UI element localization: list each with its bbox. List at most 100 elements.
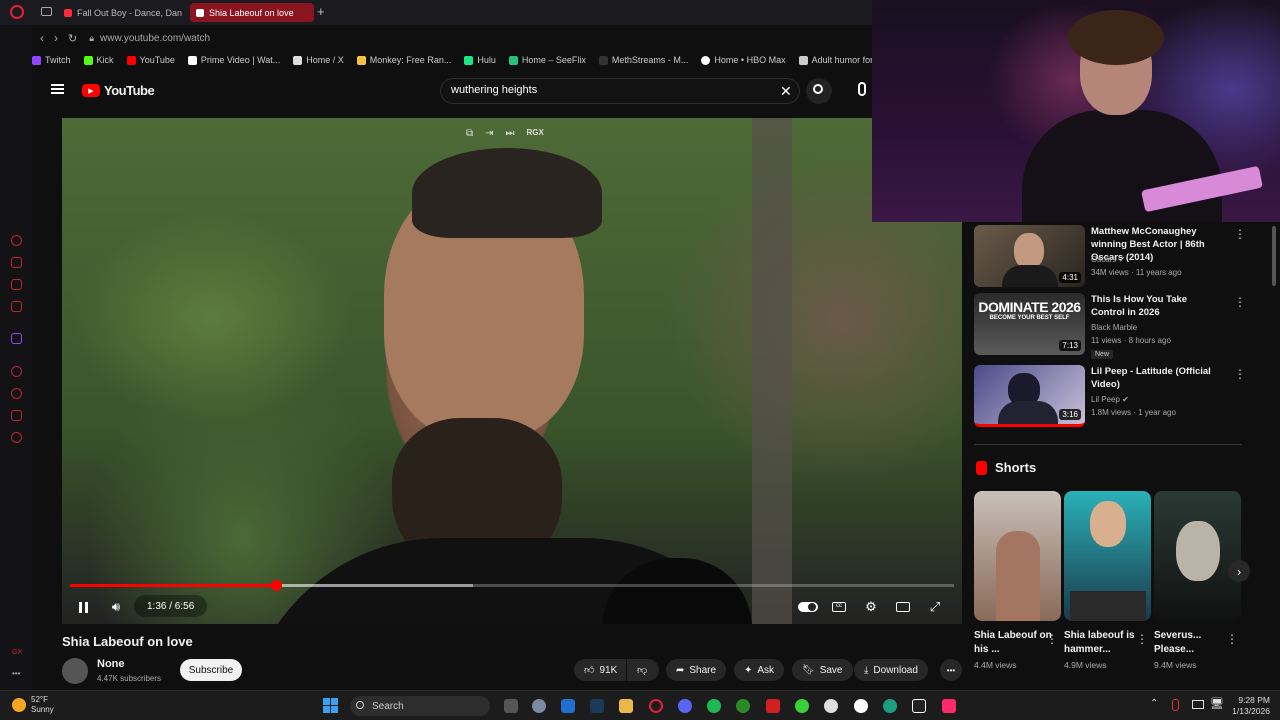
sidebar-bag-icon[interactable] [11, 257, 22, 268]
forward-icon[interactable]: › [54, 31, 58, 45]
itunes-icon[interactable] [854, 699, 868, 713]
shorts-next-button[interactable]: › [1228, 560, 1250, 582]
chatgpt-icon[interactable] [824, 699, 838, 713]
app-green-icon[interactable] [795, 699, 809, 713]
subtitles-button[interactable]: cc [828, 596, 850, 618]
app-teal-icon[interactable] [883, 699, 897, 713]
youtube-logo[interactable]: ▶ YouTube [82, 83, 155, 98]
new-tab-plus-icon[interactable]: + [317, 4, 325, 19]
discord-icon[interactable] [678, 699, 692, 713]
bookmark-twitch[interactable]: Twitch [32, 55, 71, 65]
kebab-menu-icon[interactable]: ⋮ [1234, 227, 1246, 241]
share-button[interactable]: ➦ Share [666, 659, 727, 681]
network-icon[interactable]: 🖥︎ [1210, 697, 1224, 710]
pause-button[interactable] [72, 596, 94, 618]
bookmark-monkey[interactable]: Monkey: Free Ran... [356, 55, 451, 65]
detach-icon[interactable]: ⇥ [485, 128, 493, 139]
short-thumbnail[interactable] [1154, 491, 1241, 621]
steam-icon[interactable] [590, 699, 604, 713]
bookmark-seeflix[interactable]: Home – SeeFlix [508, 55, 586, 65]
kebab-menu-icon[interactable]: ⋮ [1136, 632, 1148, 646]
tiktok-icon[interactable] [942, 699, 956, 713]
subscribe-button[interactable]: Subscribe [180, 659, 242, 681]
progress-scrubber[interactable] [270, 580, 282, 591]
kebab-menu-icon[interactable]: ⋮ [1234, 367, 1246, 381]
bookmark-hulu[interactable]: Hulu [464, 55, 496, 65]
recommendation-channel[interactable]: Oscars ✔︎ [1091, 255, 1125, 264]
sidebar-twitch-icon[interactable] [11, 333, 22, 344]
sidebar-history-icon[interactable] [11, 388, 22, 399]
bookmark-methstreams[interactable]: MethStreams - M... [598, 55, 688, 65]
sidebar-settings-icon[interactable] [11, 432, 22, 443]
skip-icon[interactable]: ⏭︎ [506, 128, 515, 139]
bookmark-x[interactable]: Home / X [293, 55, 344, 65]
like-button[interactable]: 👍︎ 91K [574, 659, 626, 681]
xbox-icon[interactable] [736, 699, 750, 713]
volume-button[interactable]: 🔊︎ [105, 596, 127, 618]
short-title[interactable]: Shia Labeouf on his ... [974, 629, 1054, 657]
search-button[interactable] [806, 78, 832, 104]
channel-avatar[interactable] [62, 658, 88, 684]
tab-overview-icon[interactable] [41, 7, 52, 16]
sidebar-player-icon[interactable] [11, 366, 22, 377]
settings-icon[interactable] [532, 699, 546, 713]
voice-search-icon[interactable] [858, 82, 866, 96]
back-icon[interactable]: ‹ [40, 31, 44, 45]
recommendation-item[interactable]: 4:31 Matthew McConaughey winning Best Ac… [974, 225, 1246, 289]
file-explorer-icon[interactable] [504, 699, 518, 713]
recommendation-thumbnail[interactable]: 3:16 [974, 365, 1085, 427]
short-title[interactable]: Severus... Please... [1154, 629, 1234, 657]
ext-label[interactable]: RGX [527, 128, 544, 139]
bookmark-hbo-max[interactable]: Home • HBO Max [701, 55, 786, 65]
dislike-button[interactable]: 👎︎ [627, 659, 659, 681]
capcut-icon[interactable] [912, 699, 926, 713]
tray-chevron-icon[interactable]: ⌃ [1150, 698, 1158, 709]
bookmark-youtube[interactable]: YouTube [126, 55, 175, 65]
tab-shia-labeouf[interactable]: Shia Labeouf on love [190, 3, 314, 22]
start-button[interactable] [323, 698, 338, 713]
opera-gx-icon[interactable] [649, 699, 663, 713]
settings-button[interactable]: ⚙︎ [860, 596, 882, 618]
recommendation-thumbnail[interactable]: 4:31 [974, 225, 1085, 287]
sidebar-send-icon[interactable] [11, 410, 22, 421]
microphone-icon[interactable] [1172, 699, 1179, 711]
sidebar-mail-icon[interactable] [11, 301, 22, 312]
short-title[interactable]: Shia labeouf is hammer... [1064, 629, 1144, 657]
taskbar-search[interactable]: Search [350, 696, 490, 716]
clear-search-icon[interactable]: ✕ [780, 83, 792, 100]
recommendation-title[interactable]: Lil Peep - Latitude (Official Video) [1091, 365, 1223, 391]
clock[interactable]: 9:28 PM 1/13/2026 [1226, 695, 1270, 717]
theater-mode-button[interactable] [892, 596, 914, 618]
autoplay-toggle[interactable] [796, 596, 820, 618]
recommendation-thumbnail[interactable]: DOMINATE 2026 BECOME YOUR BEST SELF 7:13 [974, 293, 1085, 355]
kebab-menu-icon[interactable]: ⋮ [1226, 632, 1238, 646]
display-icon[interactable] [1192, 700, 1204, 709]
weather-widget[interactable]: 52°F Sunny [12, 695, 54, 715]
opera-logo-icon[interactable] [10, 5, 24, 19]
sidebar-messenger-icon[interactable] [11, 279, 22, 290]
recommendation-item[interactable]: DOMINATE 2026 BECOME YOUR BEST SELF 7:13… [974, 293, 1246, 359]
bookmark-kick[interactable]: Kick [83, 55, 114, 65]
sidebar-aria-icon[interactable] [11, 235, 22, 246]
tab-fall-out-boy[interactable]: Fall Out Boy - Dance, Dance [58, 3, 182, 22]
ask-button[interactable]: ✦ Ask [734, 659, 785, 681]
url-field[interactable]: www.youtube.com/watch [100, 33, 210, 44]
channel-name[interactable]: None [97, 658, 125, 670]
short-thumbnail[interactable] [1064, 491, 1151, 621]
spotify-icon[interactable] [707, 699, 721, 713]
more-actions-button[interactable]: ••• [940, 659, 962, 681]
search-input[interactable]: wuthering heights [440, 78, 800, 104]
recommendation-channel[interactable]: Black Marble [1091, 323, 1137, 332]
video-player[interactable]: ⧉ ⇥ ⏭︎ RGX 🔊︎ 1:36 / 6:56 cc ⚙︎ ⤢ [62, 118, 962, 624]
kebab-menu-icon[interactable]: ⋮ [1046, 632, 1058, 646]
short-thumbnail[interactable] [974, 491, 1061, 621]
page-scrollbar[interactable] [1272, 226, 1276, 286]
sidebar-more-icon[interactable]: ••• [12, 669, 20, 678]
vscode-icon[interactable] [561, 699, 575, 713]
sidebar-gx-icon[interactable]: GX [12, 649, 22, 656]
fullscreen-button[interactable]: ⤢ [924, 596, 946, 618]
popout-icon[interactable]: ⧉ [466, 128, 473, 139]
recommendation-channel[interactable]: Lil Peep ✔︎ [1091, 395, 1129, 404]
save-button[interactable]: 🔖︎ Save [792, 659, 853, 681]
recommendation-item[interactable]: 3:16 Lil Peep - Latitude (Official Video… [974, 365, 1246, 429]
